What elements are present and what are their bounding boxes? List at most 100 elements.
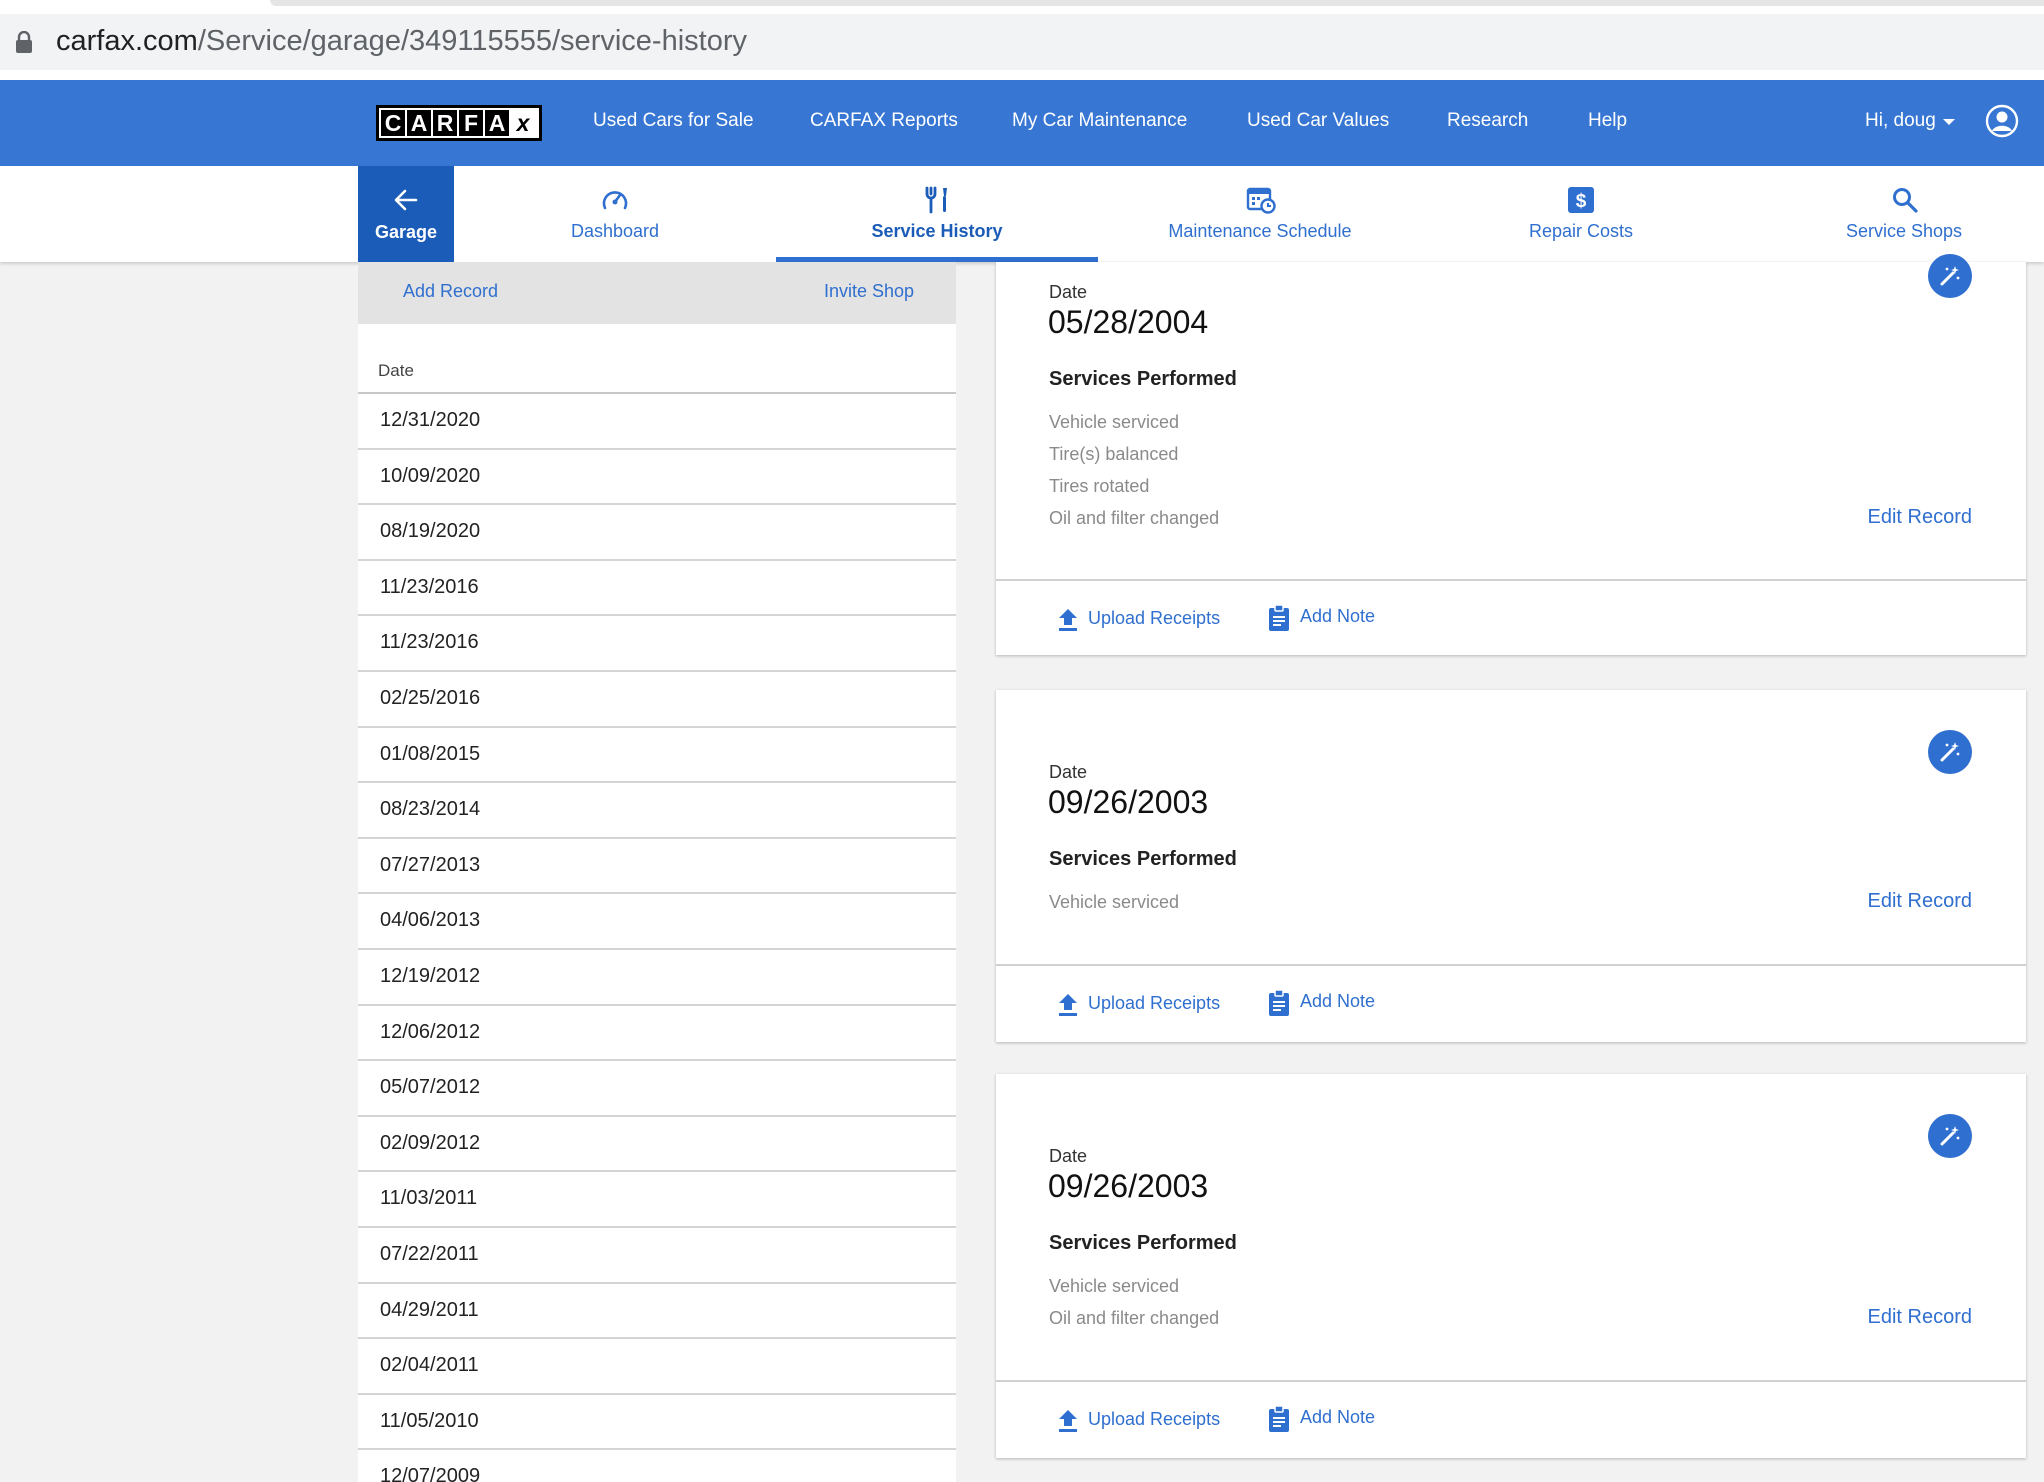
clipboard-icon: [1269, 1405, 1289, 1432]
logo-letter: x: [511, 110, 535, 136]
history-date-row[interactable]: 12/19/2012: [358, 950, 956, 1006]
tab-label: Service History: [871, 221, 1003, 241]
tab-service-shops[interactable]: Service Shops: [1834, 166, 1974, 262]
arrow-left-icon: [394, 189, 418, 211]
service-item: Vehicle serviced: [1049, 1276, 1180, 1296]
history-date-row[interactable]: 04/06/2013: [358, 894, 956, 950]
garage-back-button[interactable]: Garage: [358, 166, 454, 262]
edit-record-link[interactable]: Edit Record: [1868, 890, 1973, 913]
magic-wand-icon: [1940, 266, 1960, 286]
card-divider: [996, 964, 2026, 966]
history-date-row[interactable]: 01/08/2015: [358, 728, 956, 784]
logo-letter: F: [459, 110, 483, 136]
edit-record-link[interactable]: Edit Record: [1868, 1306, 1973, 1329]
tab-label: Service Shops: [1845, 221, 1963, 241]
browser-address-bar: carfax.com/Service/garage/349115555/serv…: [0, 0, 2044, 80]
upload-icon: [1059, 1410, 1077, 1432]
services-performed-title: Services Performed: [1049, 1232, 1237, 1254]
logo-letter: A: [485, 110, 509, 136]
tab-label: Maintenance Schedule: [1168, 221, 1352, 241]
add-note-label: Add Note: [1300, 991, 1376, 1011]
history-date-row[interactable]: 12/31/2020: [358, 394, 956, 450]
logo-letter: R: [433, 110, 457, 136]
tab-maintenance-schedule[interactable]: Maintenance Schedule: [1150, 166, 1370, 262]
history-date-row[interactable]: 02/09/2012: [358, 1117, 956, 1173]
service-item: Tires rotated: [1049, 476, 1150, 496]
magic-wand-button[interactable]: [1928, 1114, 1972, 1158]
history-date-row[interactable]: 07/27/2013: [358, 839, 956, 895]
history-date-row[interactable]: 04/29/2011: [358, 1284, 956, 1340]
record-date: 09/26/2003: [1048, 784, 1209, 820]
service-history-list: Add Record Invite Shop Date 12/31/2020 10…: [358, 262, 956, 1482]
invite-shop-button[interactable]: Invite Shop: [824, 281, 914, 302]
history-date-row[interactable]: 11/23/2016: [358, 561, 956, 617]
add-record-button[interactable]: Add Record: [403, 281, 498, 302]
services-performed-title: Services Performed: [1049, 848, 1237, 870]
tab-label: Repair Costs: [1528, 221, 1634, 241]
chevron-down-icon[interactable]: [1943, 119, 1955, 125]
history-date-row[interactable]: 11/23/2016: [358, 616, 956, 672]
search-icon: [1893, 188, 1918, 213]
url-domain: carfax.com: [56, 25, 198, 57]
speedometer-icon: [602, 191, 628, 210]
date-label: Date: [1049, 762, 1088, 782]
tab-strip: [270, 0, 2044, 6]
account-icon[interactable]: [1985, 104, 2019, 138]
url-text[interactable]: carfax.com/Service/garage/349115555/serv…: [56, 25, 747, 58]
logo-letter: C: [381, 110, 405, 136]
url-path: /Service/garage/349115555/service-histor…: [197, 25, 747, 57]
nav-help[interactable]: Help: [1588, 110, 1627, 132]
history-date-row[interactable]: 12/06/2012: [358, 1006, 956, 1062]
add-note-label: Add Note: [1300, 1407, 1376, 1427]
garage-subnav: Garage Dashboard Service History Mainten…: [0, 166, 2044, 262]
history-date-row[interactable]: 05/07/2012: [358, 1061, 956, 1117]
tab-repair-costs[interactable]: $ Repair Costs: [1500, 166, 1662, 262]
upload-icon: [1059, 609, 1077, 631]
edit-record-link[interactable]: Edit Record: [1868, 506, 1973, 529]
tab-dashboard[interactable]: Dashboard: [520, 166, 710, 262]
history-date-row[interactable]: 10/09/2020: [358, 450, 956, 506]
magic-wand-button[interactable]: [1928, 730, 1972, 774]
garage-label: Garage: [374, 222, 438, 242]
dollar-icon: $: [1568, 187, 1594, 213]
clipboard-icon: [1269, 989, 1289, 1016]
clipboard-icon: [1269, 604, 1289, 631]
history-date-row[interactable]: 12/07/2009: [358, 1450, 956, 1482]
svg-text:$: $: [1576, 191, 1587, 212]
history-date-row[interactable]: 11/05/2010: [358, 1395, 956, 1451]
wrench-screwdriver-icon: [925, 186, 947, 214]
service-item: Tire(s) balanced: [1049, 444, 1179, 464]
history-date-row[interactable]: 02/04/2011: [358, 1339, 956, 1395]
history-date-row[interactable]: 08/19/2020: [358, 505, 956, 561]
nav-used-cars-for-sale[interactable]: Used Cars for Sale: [593, 110, 754, 132]
calendar-clock-icon: [1246, 187, 1276, 214]
magic-wand-icon: [1940, 742, 1960, 762]
card-divider: [996, 579, 2026, 581]
history-date-row[interactable]: 02/25/2016: [358, 672, 956, 728]
upload-label: Upload Receipts: [1088, 608, 1221, 628]
carfax-logo[interactable]: CARFAx: [376, 105, 542, 141]
list-actions: Add Record Invite Shop: [358, 262, 956, 324]
service-item: Oil and filter changed: [1049, 508, 1220, 528]
nav-used-car-values[interactable]: Used Car Values: [1247, 110, 1389, 132]
service-record-card: Date 09/26/2003 Services Performed Vehic…: [996, 1074, 2026, 1458]
date-column-header: Date: [378, 361, 414, 380]
nav-my-car-maintenance[interactable]: My Car Maintenance: [1012, 110, 1187, 132]
nav-research[interactable]: Research: [1447, 110, 1528, 132]
upload-label: Upload Receipts: [1088, 993, 1221, 1013]
url-field[interactable]: carfax.com/Service/garage/349115555/serv…: [0, 14, 2044, 70]
nav-carfax-reports[interactable]: CARFAX Reports: [810, 110, 958, 132]
magic-wand-button[interactable]: [1928, 254, 1972, 298]
services-performed-title: Services Performed: [1049, 368, 1237, 390]
tab-service-history[interactable]: Service History: [776, 166, 1098, 262]
service-item: Vehicle serviced: [1049, 412, 1180, 432]
history-date-row[interactable]: 07/22/2011: [358, 1228, 956, 1284]
top-navigation: CARFAx Used Cars for Sale CARFAX Reports…: [0, 80, 2044, 166]
record-date: 05/28/2004: [1048, 304, 1209, 340]
date-list: 12/31/2020 10/09/2020 08/19/2020 11/23/2016…: [358, 394, 956, 1482]
history-date-row[interactable]: 08/23/2014: [358, 783, 956, 839]
lock-icon: [16, 31, 32, 53]
user-greeting[interactable]: Hi, doug: [1865, 110, 1936, 132]
record-date: 09/26/2003: [1048, 1168, 1209, 1204]
history-date-row[interactable]: 11/03/2011: [358, 1172, 956, 1228]
